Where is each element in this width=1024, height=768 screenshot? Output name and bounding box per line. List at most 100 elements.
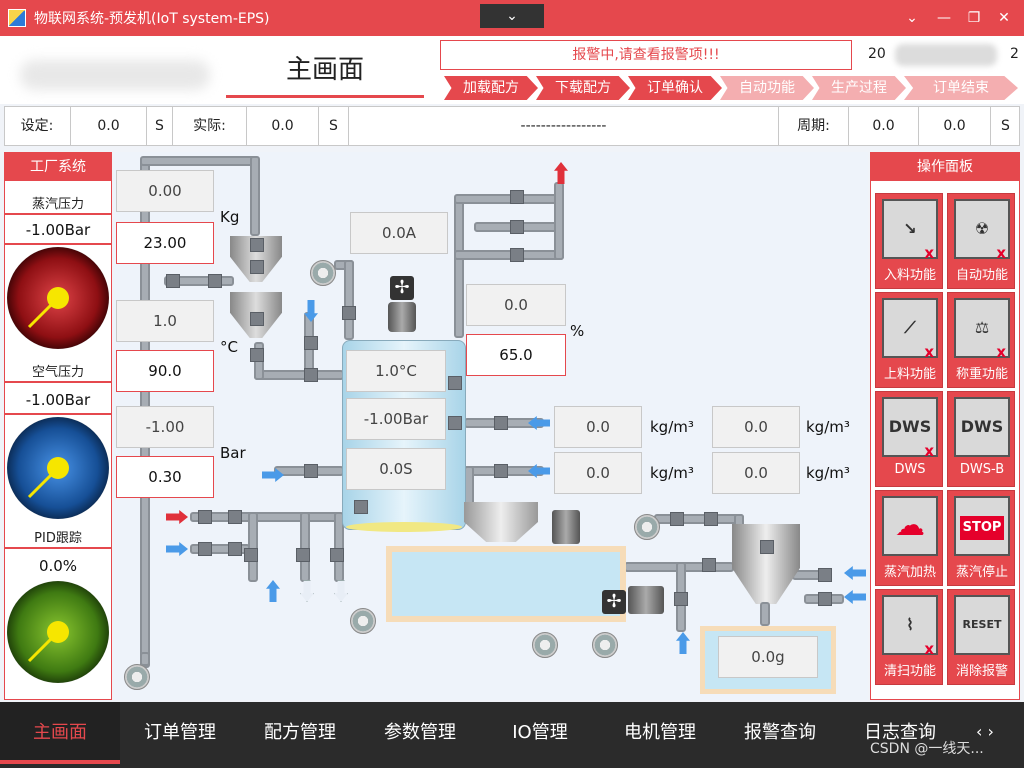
valve[interactable] <box>250 260 264 274</box>
nav-alarm[interactable]: 报警查询 <box>720 702 840 764</box>
level-setpoint[interactable]: 65.0 <box>466 334 566 376</box>
density-unit: kg/m³ <box>806 464 850 482</box>
pressure-actual: -1.00 <box>116 406 214 448</box>
valve[interactable] <box>330 548 344 562</box>
cooling-bed <box>386 546 626 622</box>
valve[interactable] <box>674 592 688 606</box>
nav-motor[interactable]: 电机管理 <box>600 702 720 764</box>
temperature-unit: °C <box>220 338 238 356</box>
pressure-setpoint[interactable]: 0.30 <box>116 456 214 498</box>
valve[interactable] <box>354 500 368 514</box>
valve[interactable] <box>760 540 774 554</box>
valve[interactable] <box>670 512 684 526</box>
button-label: 入料功能 <box>883 268 936 283</box>
alarm-banner[interactable]: 报警中,请查看报警项!!! <box>440 40 852 70</box>
tank-temperature: 1.0°C <box>346 350 446 392</box>
valve[interactable] <box>198 542 212 556</box>
valve[interactable] <box>304 464 318 478</box>
title-dropdown-button[interactable]: ⌄ <box>480 4 544 28</box>
step-order-confirm[interactable]: 订单确认 <box>628 76 722 100</box>
steam-stop-button[interactable]: STOP 蒸汽停止 <box>947 490 1015 586</box>
nav-order[interactable]: 订单管理 <box>120 702 240 764</box>
temperature-setpoint[interactable]: 90.0 <box>116 350 214 392</box>
watermark: CSDN @一线天... <box>870 741 984 757</box>
valve[interactable] <box>342 306 356 320</box>
valve[interactable] <box>250 238 264 252</box>
density-1: 0.0 <box>554 406 642 448</box>
step-download-recipe[interactable]: 下载配方 <box>536 76 630 100</box>
weight-setpoint[interactable]: 23.00 <box>116 222 214 264</box>
valve[interactable] <box>250 312 264 326</box>
steam-heat-button[interactable]: ☁ 蒸汽加热 <box>875 490 943 586</box>
valve[interactable] <box>494 464 508 478</box>
valve[interactable] <box>510 220 524 234</box>
date-suffix: 2 <box>1010 46 1019 62</box>
air-pressure-value: -1.00Bar <box>25 391 91 409</box>
pump-icon <box>532 632 558 658</box>
valve[interactable] <box>510 190 524 204</box>
minimize-button[interactable]: — <box>932 6 956 30</box>
valve[interactable] <box>250 348 264 362</box>
valve[interactable] <box>304 368 318 382</box>
nav-main[interactable]: 主画面 <box>0 702 120 764</box>
window-title: 物联网系统-预发机(IoT system-EPS) <box>34 11 270 27</box>
step-auto-function[interactable]: 自动功能 <box>720 76 814 100</box>
auto-button[interactable]: ☢ x 自动功能 <box>947 193 1015 289</box>
density-2: 0.0 <box>554 452 642 494</box>
steam-pressure-value: -1.00Bar <box>25 221 91 239</box>
valve[interactable] <box>510 248 524 262</box>
feed-button[interactable]: ↘ x 入料功能 <box>875 193 943 289</box>
valve[interactable] <box>244 548 258 562</box>
valve[interactable] <box>448 376 462 390</box>
pipe <box>140 156 258 166</box>
sweep-button[interactable]: ⌇ x 清扫功能 <box>875 589 943 685</box>
lift-button[interactable]: ⟋ x 上料功能 <box>875 292 943 388</box>
weigh-button[interactable]: ⚖ x 称重功能 <box>947 292 1015 388</box>
arrow-up-icon <box>676 632 690 654</box>
nav-recipe[interactable]: 配方管理 <box>240 702 360 764</box>
pipe <box>300 512 310 582</box>
nav-io[interactable]: IO管理 <box>480 702 600 764</box>
maximize-button[interactable]: ❐ <box>962 6 986 30</box>
valve[interactable] <box>228 542 242 556</box>
valve[interactable] <box>228 510 242 524</box>
valve[interactable] <box>702 558 716 572</box>
valve[interactable] <box>296 548 310 562</box>
sieve <box>464 502 538 542</box>
valve[interactable] <box>208 274 222 288</box>
close-button[interactable]: ✕ <box>992 6 1016 30</box>
arrow-right-icon <box>166 542 188 556</box>
step-load-recipe[interactable]: 加载配方 <box>444 76 538 100</box>
nav-parameters[interactable]: 参数管理 <box>360 702 480 764</box>
pipe <box>654 514 744 524</box>
period-label: 周期: <box>778 106 848 146</box>
steam-pressure-gauge <box>7 247 109 349</box>
step-order-end[interactable]: 订单结束 <box>904 76 1018 100</box>
chevron-down-icon[interactable]: ⌄ <box>900 6 924 30</box>
actual-label: 实际: <box>172 106 246 146</box>
valve[interactable] <box>304 336 318 350</box>
steam-heat-icon: ☁ <box>882 496 938 556</box>
valve[interactable] <box>198 510 212 524</box>
valve[interactable] <box>448 416 462 430</box>
steam-inlet-arrow-icon <box>166 510 188 524</box>
app-icon <box>8 9 26 27</box>
valve[interactable] <box>818 592 832 606</box>
period-value-2: 0.0 <box>918 106 990 146</box>
valve[interactable] <box>494 416 508 430</box>
valve[interactable] <box>166 274 180 288</box>
arrow-down-icon <box>334 580 348 602</box>
clear-alarm-button[interactable]: RESET 消除报警 <box>947 589 1015 685</box>
step-production[interactable]: 生产过程 <box>812 76 906 100</box>
divider <box>5 381 111 383</box>
density-unit: kg/m³ <box>650 418 694 436</box>
valve[interactable] <box>818 568 832 582</box>
valve[interactable] <box>704 512 718 526</box>
dws-b-button[interactable]: DWS DWS-B <box>947 391 1015 487</box>
divider <box>5 213 111 215</box>
arrow-down-icon <box>300 580 314 602</box>
density-4: 0.0 <box>712 452 800 494</box>
density-unit: kg/m³ <box>806 418 850 436</box>
actual-value: 0.0 <box>246 106 318 146</box>
dws-button[interactable]: DWS x DWS <box>875 391 943 487</box>
